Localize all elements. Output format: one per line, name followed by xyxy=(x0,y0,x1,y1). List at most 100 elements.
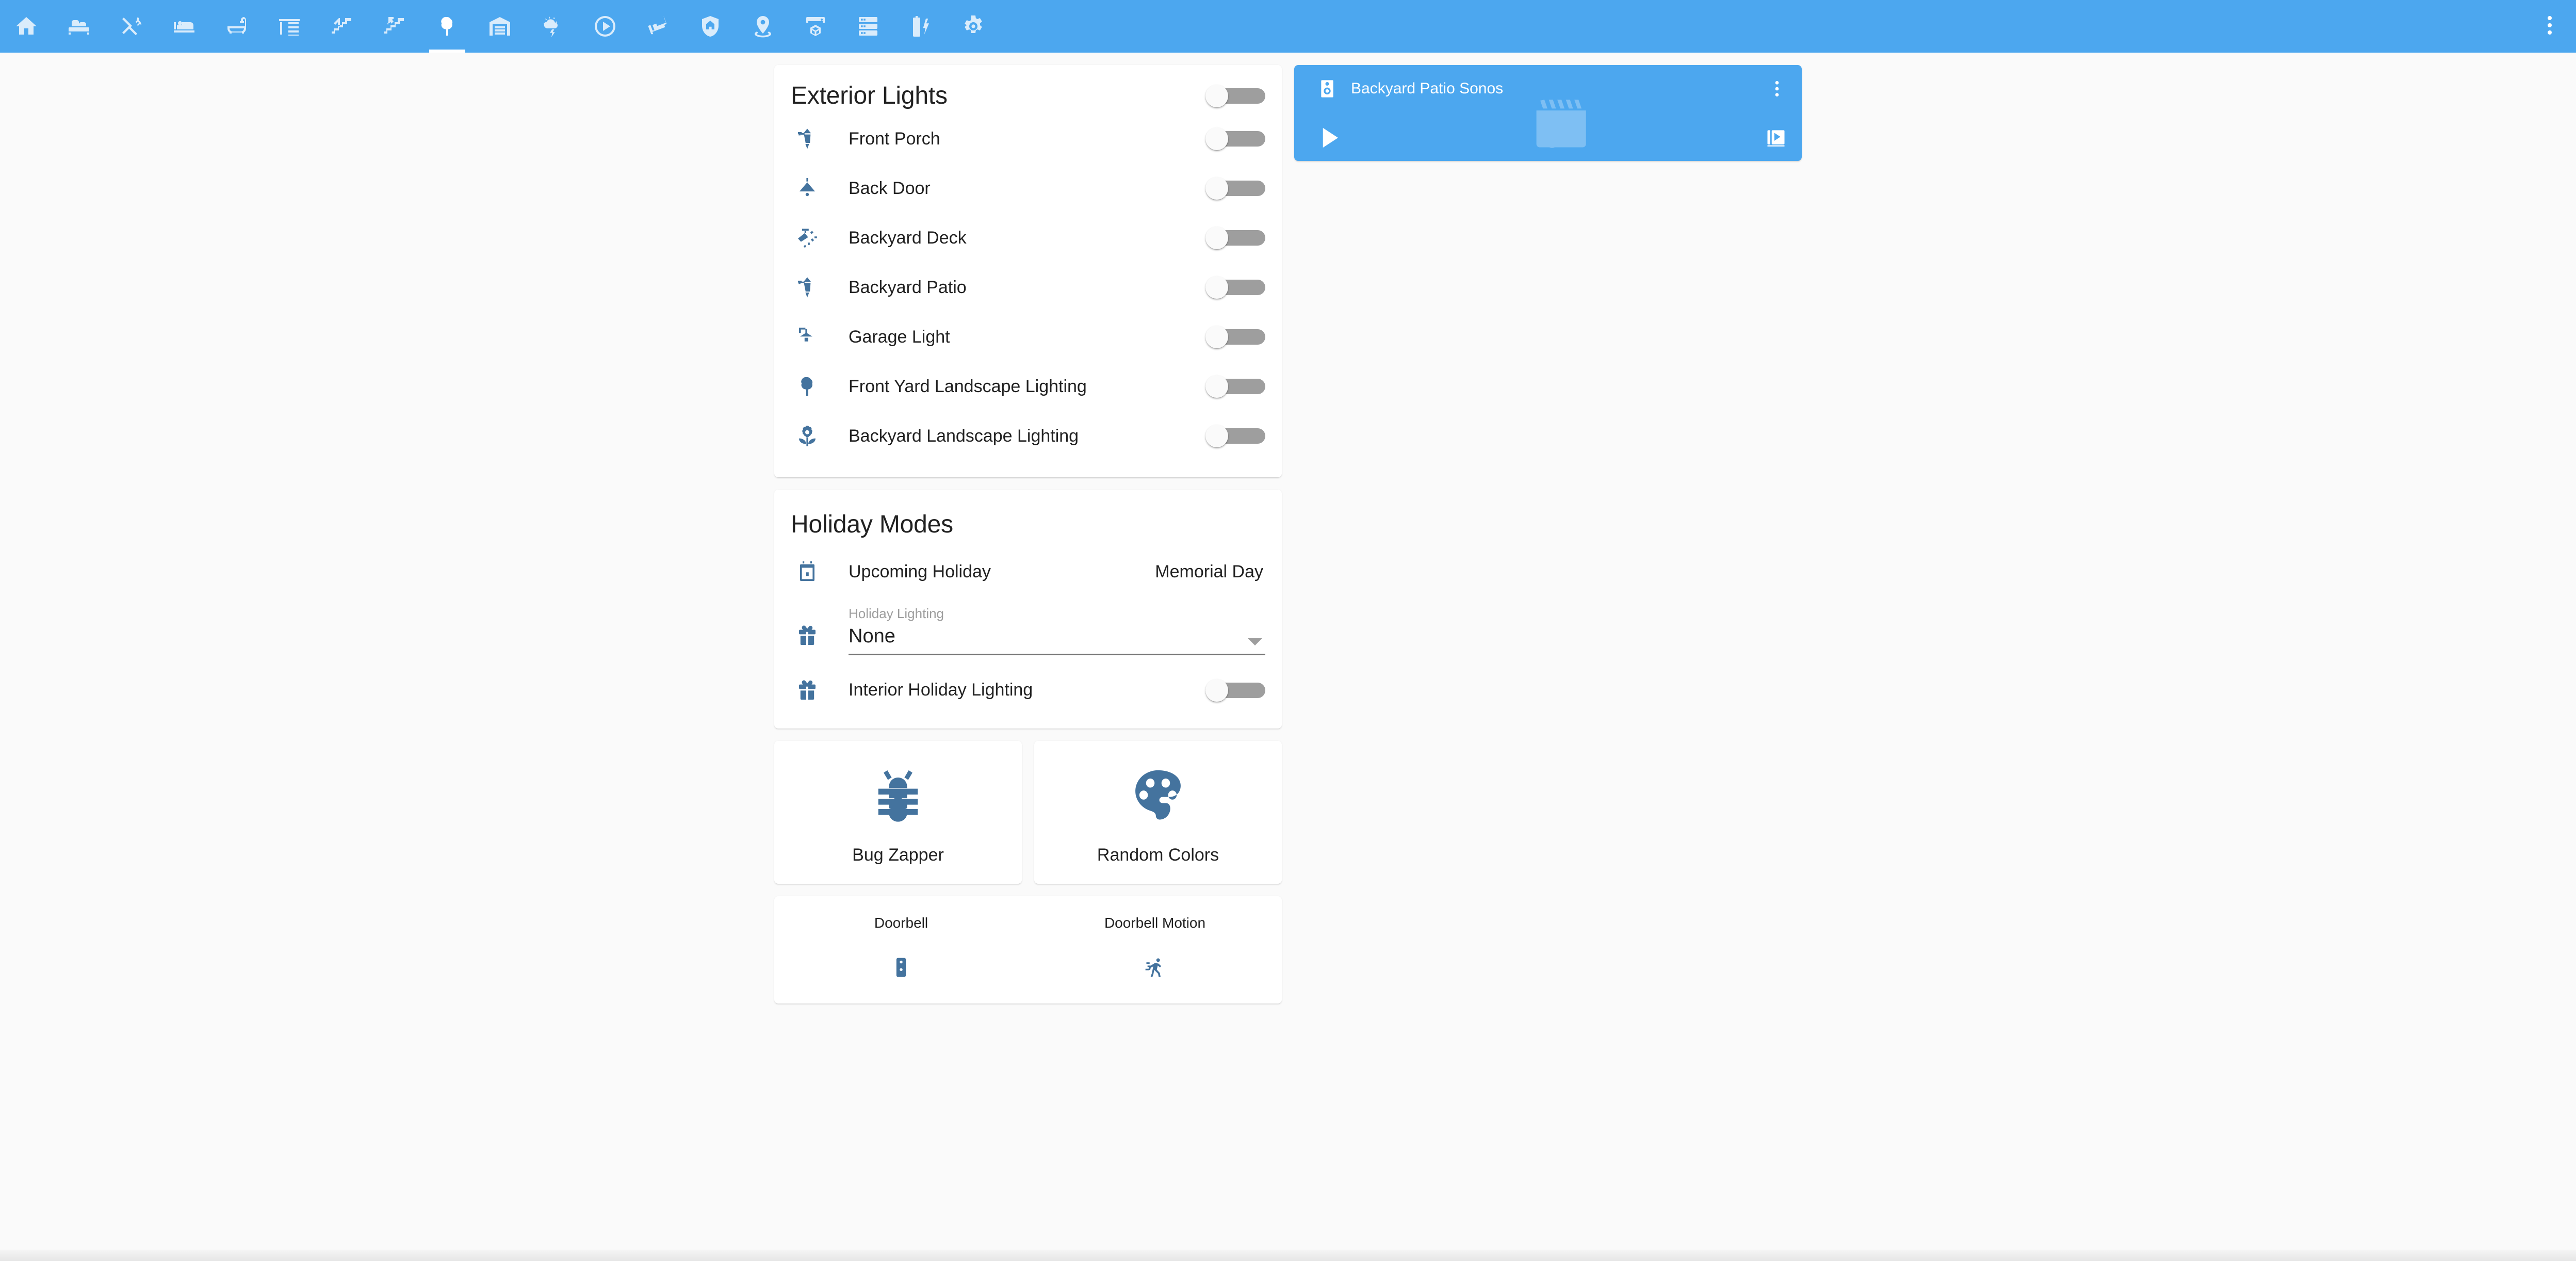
doorbell-glance-card: Doorbell Doorbell Motion xyxy=(774,896,1282,1004)
play-icon[interactable] xyxy=(1315,124,1343,152)
tab-servers[interactable] xyxy=(842,0,894,53)
entity-name: Garage Light xyxy=(849,327,950,347)
entity-name: Front Porch xyxy=(849,128,940,149)
glance-item-doorbell-motion[interactable]: Doorbell Motion xyxy=(1028,915,1282,979)
toggle-knob xyxy=(1205,326,1228,348)
tab-weather[interactable] xyxy=(526,0,579,53)
cctv-icon xyxy=(645,14,670,39)
toggle-knob xyxy=(1205,425,1228,447)
holiday-lighting-select[interactable]: Holiday Lighting None xyxy=(849,606,1265,655)
toggle-knob xyxy=(1205,375,1228,398)
tab-kitchen[interactable] xyxy=(105,0,158,53)
app-bar-spacer xyxy=(1000,0,2523,53)
battery-charging-icon xyxy=(908,14,933,39)
overflow-menu-button[interactable] xyxy=(2523,0,2576,53)
bug-zapper-button-card[interactable]: Bug Zapper xyxy=(774,740,1022,884)
entity-row[interactable]: Garage Light xyxy=(791,312,1265,362)
entity-row[interactable]: Back Door xyxy=(791,164,1265,213)
tab-3d-printer[interactable] xyxy=(789,0,842,53)
entity-row[interactable]: Backyard Landscape Lighting xyxy=(791,411,1265,461)
entity-toggle[interactable] xyxy=(1205,127,1265,150)
dots-vertical-icon[interactable] xyxy=(1767,78,1787,99)
tab-location[interactable] xyxy=(737,0,789,53)
page-title: Exterior Lights xyxy=(791,82,948,109)
tab-downstairs[interactable] xyxy=(316,0,368,53)
entity-toggle[interactable] xyxy=(1205,227,1265,249)
tab-bedroom[interactable] xyxy=(158,0,210,53)
entity-row[interactable]: Backyard Deck xyxy=(791,213,1265,263)
dashboard-view: Exterior Lights Front Porch Back Door Ba… xyxy=(0,53,2576,1261)
random-colors-button-card[interactable]: Random Colors xyxy=(1034,740,1282,884)
exterior-lights-header: Exterior Lights xyxy=(774,65,1282,114)
tab-living-room[interactable] xyxy=(53,0,105,53)
bed-icon xyxy=(172,14,197,39)
column-2: Backyard Patio Sonos xyxy=(1294,65,1802,161)
flower-icon xyxy=(791,424,824,448)
entity-toggle[interactable] xyxy=(1205,276,1265,299)
entity-row[interactable]: Front Porch xyxy=(791,114,1265,164)
app-bar xyxy=(0,0,2576,53)
run-motion-icon xyxy=(1144,956,1166,979)
upcoming-holiday-row[interactable]: Upcoming Holiday Memorial Day xyxy=(791,547,1265,596)
holiday-lighting-select-row: Holiday Lighting None xyxy=(791,596,1265,666)
toggle-knob xyxy=(1205,127,1228,150)
entity-name: Interior Holiday Lighting xyxy=(849,680,1033,700)
entity-row[interactable]: Front Yard Landscape Lighting xyxy=(791,362,1265,411)
media-player-title: Backyard Patio Sonos xyxy=(1351,80,1504,97)
spotlight-beam-icon xyxy=(791,225,824,250)
entity-toggle[interactable] xyxy=(1205,425,1265,447)
toggle-knob xyxy=(1205,227,1228,249)
button-card-label: Bug Zapper xyxy=(852,845,944,865)
entity-name: Upcoming Holiday xyxy=(849,561,991,581)
map-marker-icon xyxy=(751,14,775,39)
entity-name: Backyard Deck xyxy=(849,228,967,248)
interior-holiday-lighting-row[interactable]: Interior Holiday Lighting xyxy=(791,666,1265,715)
tab-garage[interactable] xyxy=(474,0,526,53)
entity-name: Front Yard Landscape Lighting xyxy=(849,376,1087,396)
column-1: Exterior Lights Front Porch Back Door Ba… xyxy=(774,65,1282,1004)
cog-icon xyxy=(961,14,986,39)
chevron-down-icon[interactable] xyxy=(1248,638,1262,645)
media-player-card[interactable]: Backyard Patio Sonos xyxy=(1294,65,1802,161)
exterior-lights-card: Exterior Lights Front Porch Back Door Ba… xyxy=(774,65,1282,477)
tab-media[interactable] xyxy=(579,0,631,53)
entity-toggle[interactable] xyxy=(1205,678,1265,702)
entity-toggle[interactable] xyxy=(1205,326,1265,348)
tab-cameras[interactable] xyxy=(631,0,684,53)
bathtub-icon xyxy=(224,14,249,39)
toggle-knob xyxy=(1205,84,1228,107)
entity-name: Backyard Landscape Lighting xyxy=(849,426,1079,446)
printer-3d-icon xyxy=(803,14,828,39)
browse-media-icon[interactable] xyxy=(1765,126,1787,149)
doorbell-icon xyxy=(890,956,912,979)
tab-bathroom[interactable] xyxy=(210,0,263,53)
outdoor-lamp-icon xyxy=(791,275,824,300)
tab-home[interactable] xyxy=(0,0,53,53)
garage-icon xyxy=(487,14,512,39)
entity-state: Memorial Day xyxy=(1155,561,1263,581)
tab-office[interactable] xyxy=(263,0,316,53)
tab-security[interactable] xyxy=(684,0,737,53)
play-circle-icon xyxy=(593,14,617,39)
entity-toggle[interactable] xyxy=(1205,177,1265,200)
toggle-knob xyxy=(1205,177,1228,200)
glance-item-doorbell[interactable]: Doorbell xyxy=(774,915,1028,979)
toggle-knob xyxy=(1205,678,1228,702)
tab-battery[interactable] xyxy=(894,0,947,53)
holiday-modes-entity-list: Upcoming Holiday Memorial Day Holiday Li… xyxy=(774,547,1282,729)
tab-upstairs[interactable] xyxy=(368,0,421,53)
stairs-up-icon xyxy=(382,14,407,39)
media-player-header: Backyard Patio Sonos xyxy=(1294,65,1802,99)
exterior-lights-master-toggle[interactable] xyxy=(1205,84,1265,107)
tab-settings[interactable] xyxy=(947,0,1000,53)
speaker-icon xyxy=(1317,78,1338,99)
bottom-status-strip xyxy=(0,1250,2576,1261)
stairs-down-icon xyxy=(330,14,354,39)
button-card-label: Random Colors xyxy=(1097,845,1219,865)
sofa-icon xyxy=(67,14,91,39)
ceiling-light-icon xyxy=(791,176,824,201)
entity-toggle[interactable] xyxy=(1205,375,1265,398)
tab-outside[interactable] xyxy=(421,0,474,53)
entity-name: Back Door xyxy=(849,178,931,198)
entity-row[interactable]: Backyard Patio xyxy=(791,263,1265,312)
